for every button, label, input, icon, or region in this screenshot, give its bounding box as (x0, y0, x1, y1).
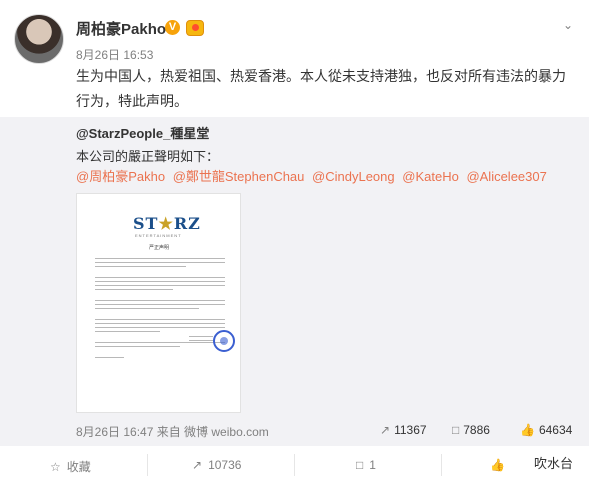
divider (147, 454, 148, 476)
comment-icon: □ (356, 458, 364, 472)
like-icon: 👍 (490, 458, 505, 472)
doc-signature (189, 336, 213, 344)
like-stat[interactable]: 👍 64634 (520, 423, 572, 437)
starz-logo: ST★RZ (133, 214, 201, 233)
like-icon: 👍 (520, 423, 535, 437)
medal-icon[interactable] (186, 20, 204, 36)
repost-icon: ↗ (380, 423, 391, 437)
repost-text: 本公司的嚴正聲明如下： (76, 149, 220, 164)
avatar[interactable] (14, 14, 64, 64)
company-seal (213, 330, 235, 352)
mention-link[interactable]: @KateHo (402, 169, 459, 184)
mention-link[interactable]: @CindyLeong (312, 169, 395, 184)
post-author[interactable]: 周柏豪Pakho (76, 18, 166, 39)
post-timestamp[interactable]: 8月26日 16:53 (76, 46, 153, 63)
mention-link[interactable]: @周柏豪Pakho (76, 169, 165, 184)
comment-icon: □ (452, 423, 460, 437)
divider (441, 454, 442, 476)
chevron-down-icon[interactable]: ⌄ (563, 18, 573, 32)
repost-meta[interactable]: 8月26日 16:47 来自 微博 weibo.com (76, 423, 269, 440)
mention-link[interactable]: @Alicelee307 (466, 169, 546, 184)
doc-heading: 严正声明 (149, 245, 170, 251)
mention-list: @周柏豪Pakho @鄭世龍StephenChau @CindyLeong @K… (76, 166, 551, 185)
favorite-button[interactable]: ☆ 收藏 (50, 458, 91, 475)
post-text: 生为中国人，热爱祖国、热爱香港。本人從未支持港独，也反对所有违法的暴力行为，特此… (76, 68, 566, 109)
doc-body-lines (95, 258, 225, 361)
statement-image[interactable]: ST★RZ ENTERTAINMENT 严正声明 (76, 193, 241, 413)
star-icon: ☆ (50, 460, 61, 474)
watermark-text: 吹水台 (533, 456, 573, 471)
repost-button[interactable]: ↗ 10736 (192, 458, 241, 472)
repost-author[interactable]: @StarzPeople_種星堂 (76, 123, 209, 142)
logo-subtitle: ENTERTAINMENT (135, 233, 182, 238)
divider (294, 454, 295, 476)
repost-stat[interactable]: ↗ 11367 (380, 423, 427, 437)
mention-link[interactable]: @鄭世龍StephenChau (173, 169, 305, 184)
comment-stat[interactable]: □ 7886 (452, 423, 490, 437)
comment-button[interactable]: □ 1 (356, 458, 376, 472)
like-button[interactable]: 👍 (490, 458, 511, 472)
repost-icon: ↗ (192, 458, 203, 472)
verified-icon: V (165, 20, 180, 35)
